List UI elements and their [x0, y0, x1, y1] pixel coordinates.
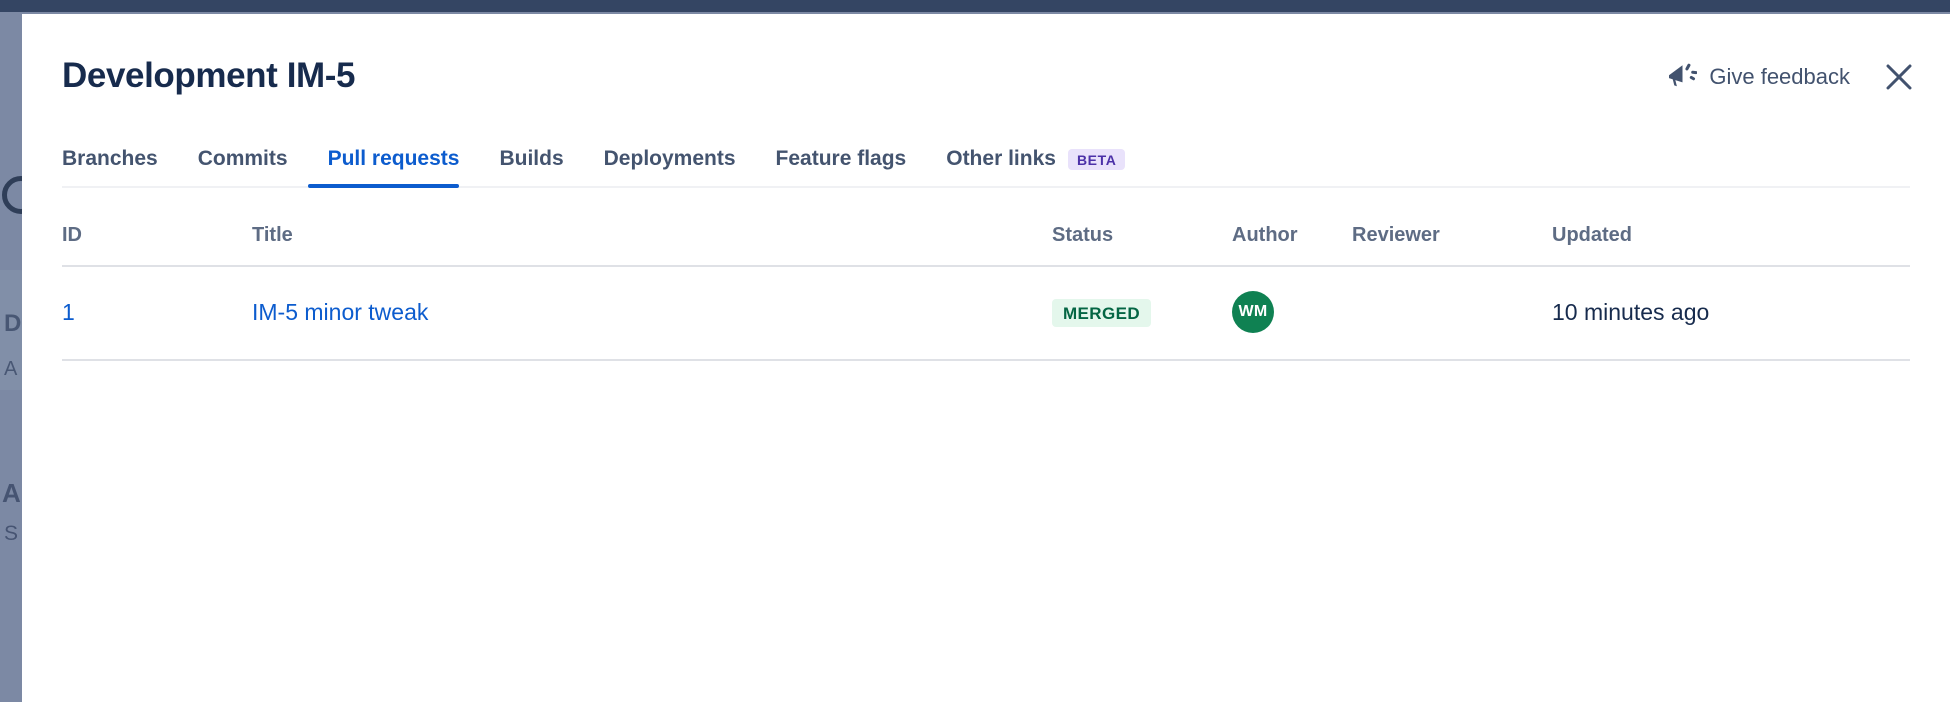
development-tabs: Branches Commits Pull requests Builds Deploy… [62, 132, 1910, 188]
pull-requests-table: IDTitleStatusAuthorReviewerUpdated 1 IM-5… [62, 224, 1910, 361]
tab-deployments[interactable]: Deployments [584, 132, 756, 186]
column-header-title: Title [252, 224, 1052, 266]
close-icon [1884, 80, 1914, 95]
modal-header-actions: Give feedback [1667, 62, 1914, 92]
tab-label: Deployments [604, 147, 736, 171]
table-row: 1 IM-5 minor tweak MERGED WM 10 minutes ago [62, 266, 1910, 360]
tab-label: Other links [946, 147, 1056, 171]
tab-pull-requests[interactable]: Pull requests [308, 132, 480, 186]
tab-label: Branches [62, 147, 158, 171]
give-feedback-button[interactable]: Give feedback [1667, 62, 1850, 92]
avatar[interactable]: WM [1232, 291, 1274, 333]
tab-beta-badge: BETA [1068, 149, 1125, 170]
background-text-ghost-2: A [4, 358, 17, 381]
background-text-ghost-4: S [4, 522, 18, 546]
cell-title: IM-5 minor tweak [252, 266, 1052, 360]
pull-requests-table-wrap: IDTitleStatusAuthorReviewerUpdated 1 IM-5… [62, 224, 1910, 361]
cell-reviewer [1352, 266, 1552, 360]
tab-branches[interactable]: Branches [62, 132, 178, 186]
close-button[interactable] [1884, 62, 1914, 92]
cell-author: WM [1232, 266, 1352, 360]
pull-request-title-link[interactable]: IM-5 minor tweak [252, 299, 428, 325]
cell-status: MERGED [1052, 266, 1232, 360]
column-header-id: ID [62, 224, 252, 266]
tab-label: Pull requests [328, 147, 460, 171]
table-header: IDTitleStatusAuthorReviewerUpdated [62, 224, 1910, 266]
pull-request-id-link[interactable]: 1 [62, 299, 75, 325]
cell-updated: 10 minutes ago [1552, 266, 1910, 360]
table-body: 1 IM-5 minor tweak MERGED WM 10 minutes ago [62, 266, 1910, 360]
tab-label: Commits [198, 147, 288, 171]
tab-builds[interactable]: Builds [479, 132, 583, 186]
background-text-ghost-3: A [2, 478, 21, 509]
page-title: Development IM-5 [62, 58, 355, 93]
tab-label: Builds [499, 147, 563, 171]
column-header-reviewer: Reviewer [1352, 224, 1552, 266]
megaphone-icon [1667, 62, 1697, 92]
column-header-status: Status [1052, 224, 1232, 266]
column-header-author: Author [1232, 224, 1352, 266]
tab-label: Feature flags [776, 147, 907, 171]
tab-other-links[interactable]: Other links BETA [926, 132, 1145, 186]
modal-header: Development IM-5 Give feedback [22, 14, 1950, 132]
column-header-updated: Updated [1552, 224, 1910, 266]
app-top-navigation-bar [0, 0, 1950, 12]
tab-commits[interactable]: Commits [178, 132, 308, 186]
tab-feature-flags[interactable]: Feature flags [756, 132, 927, 186]
table-header-row: IDTitleStatusAuthorReviewerUpdated [62, 224, 1910, 266]
background-text-ghost-1: D [4, 310, 21, 338]
cell-id: 1 [62, 266, 252, 360]
development-panel-modal: Development IM-5 Give feedback [22, 14, 1950, 702]
give-feedback-label: Give feedback [1709, 64, 1850, 90]
status-badge: MERGED [1052, 299, 1151, 327]
